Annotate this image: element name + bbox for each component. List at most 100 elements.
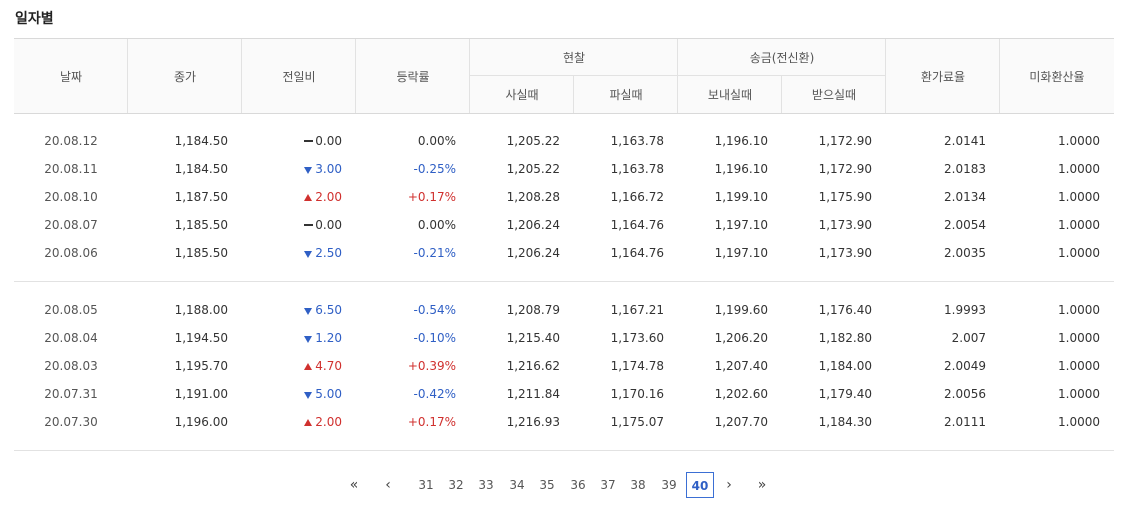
cell-change: 0.00 bbox=[304, 211, 342, 239]
table-row: 20.08.10 1,187.50 2.00 +0.17% 1,208.28 1,166.… bbox=[14, 183, 1114, 211]
cell-cash-sell: 1,167.21 bbox=[610, 303, 664, 317]
cell-usd-rate: 1.0000 bbox=[1058, 190, 1100, 204]
change-value: 2.00 bbox=[315, 415, 342, 429]
cell-conv-rate: 2.0056 bbox=[944, 387, 986, 401]
triangle-down-icon bbox=[304, 251, 313, 258]
row-group: 20.08.05 1,188.00 6.50 -0.54% 1,208.79 1,167.… bbox=[14, 282, 1114, 450]
first-page-button[interactable]: « bbox=[342, 472, 366, 498]
change-value: 4.70 bbox=[315, 359, 342, 373]
cell-change: 6.50 bbox=[304, 296, 342, 324]
group-divider bbox=[14, 450, 1114, 451]
page-number[interactable]: 36 bbox=[566, 472, 590, 498]
cell-usd-rate: 1.0000 bbox=[1058, 218, 1100, 232]
cell-date: 20.08.12 bbox=[44, 134, 98, 148]
cell-wire-send: 1,199.60 bbox=[714, 303, 768, 317]
table-row: 20.08.04 1,194.50 1.20 -0.10% 1,215.40 1,173.… bbox=[14, 324, 1114, 352]
cell-rate: +0.17% bbox=[407, 415, 456, 429]
cell-wire-receive: 1,173.90 bbox=[818, 246, 872, 260]
page-number[interactable]: 38 bbox=[626, 472, 650, 498]
cell-usd-rate: 1.0000 bbox=[1058, 162, 1100, 176]
triangle-down-icon bbox=[304, 336, 313, 343]
cell-cash-sell: 1,166.72 bbox=[610, 190, 664, 204]
cell-cash-buy: 1,208.79 bbox=[506, 303, 560, 317]
table-row: 20.08.06 1,185.50 2.50 -0.21% 1,206.24 1,164.… bbox=[14, 239, 1114, 267]
cell-wire-receive: 1,179.40 bbox=[818, 387, 872, 401]
header-divider bbox=[241, 39, 242, 113]
pagination: « ‹ 31 32 33 34 35 36 37 38 39 40 › » bbox=[0, 470, 1135, 500]
cell-cash-sell: 1,170.16 bbox=[610, 387, 664, 401]
cell-rate: -0.54% bbox=[413, 303, 456, 317]
cell-cash-buy: 1,208.28 bbox=[506, 190, 560, 204]
cell-close: 1,191.00 bbox=[174, 387, 228, 401]
page-number-current[interactable]: 40 bbox=[686, 472, 714, 498]
cell-close: 1,195.70 bbox=[174, 359, 228, 373]
header-divider bbox=[677, 39, 678, 113]
cell-date: 20.08.04 bbox=[44, 331, 98, 345]
dash-icon bbox=[304, 140, 314, 142]
page-number[interactable]: 31 bbox=[414, 472, 438, 498]
cell-cash-sell: 1,173.60 bbox=[610, 331, 664, 345]
cell-close: 1,188.00 bbox=[174, 303, 228, 317]
cell-wire-send: 1,202.60 bbox=[714, 387, 768, 401]
header-date: 날짜 bbox=[59, 69, 83, 84]
cell-conv-rate: 2.0035 bbox=[944, 246, 986, 260]
cell-change: 5.00 bbox=[304, 380, 342, 408]
cell-close: 1,187.50 bbox=[174, 190, 228, 204]
table-row: 20.08.05 1,188.00 6.50 -0.54% 1,208.79 1,167.… bbox=[14, 296, 1114, 324]
header-cash: 현찰 bbox=[562, 51, 586, 65]
change-value: 3.00 bbox=[315, 162, 342, 176]
change-value: 0.00 bbox=[315, 134, 342, 148]
cell-usd-rate: 1.0000 bbox=[1058, 387, 1100, 401]
cell-cash-buy: 1,205.22 bbox=[506, 162, 560, 176]
table-header: 날짜 종가 전일비 등락률 현찰 사실때 파실때 송금(전신환) 보내실때 받으… bbox=[14, 38, 1114, 114]
cell-cash-sell: 1,175.07 bbox=[610, 415, 664, 429]
page-number[interactable]: 39 bbox=[657, 472, 681, 498]
triangle-up-icon bbox=[304, 194, 313, 201]
table-body: 20.08.12 1,184.50 0.00 0.00% 1,205.22 1,163.7… bbox=[14, 114, 1114, 451]
change-value: 1.20 bbox=[315, 331, 342, 345]
table-row: 20.08.07 1,185.50 0.00 0.00% 1,206.24 1,164.7… bbox=[14, 211, 1114, 239]
header-wire-receive: 받으실때 bbox=[811, 88, 857, 102]
cell-change: 2.00 bbox=[304, 183, 342, 211]
cell-change: 2.50 bbox=[304, 239, 342, 267]
cell-cash-sell: 1,164.76 bbox=[610, 218, 664, 232]
cell-change: 1.20 bbox=[304, 324, 342, 352]
cell-rate: +0.39% bbox=[407, 359, 456, 373]
triangle-down-icon bbox=[304, 392, 313, 399]
page-number[interactable]: 33 bbox=[474, 472, 498, 498]
table-row: 20.08.11 1,184.50 3.00 -0.25% 1,205.22 1,163.… bbox=[14, 155, 1114, 183]
cell-wire-send: 1,197.10 bbox=[714, 218, 768, 232]
cell-conv-rate: 2.0134 bbox=[944, 190, 986, 204]
last-page-button[interactable]: » bbox=[750, 472, 774, 498]
header-divider bbox=[999, 39, 1000, 113]
page-number[interactable]: 32 bbox=[444, 472, 468, 498]
cell-close: 1,185.50 bbox=[174, 218, 228, 232]
cell-cash-buy: 1,215.40 bbox=[506, 331, 560, 345]
cell-wire-receive: 1,172.90 bbox=[818, 134, 872, 148]
header-close: 종가 bbox=[173, 69, 197, 84]
header-divider bbox=[573, 76, 574, 113]
cell-cash-buy: 1,211.84 bbox=[506, 387, 560, 401]
cell-cash-buy: 1,216.93 bbox=[506, 415, 560, 429]
cell-change: 2.00 bbox=[304, 408, 342, 436]
cell-close: 1,194.50 bbox=[174, 331, 228, 345]
cell-wire-send: 1,196.10 bbox=[714, 134, 768, 148]
cell-wire-send: 1,206.20 bbox=[714, 331, 768, 345]
header-cash-buy: 사실때 bbox=[505, 88, 539, 102]
header-rate: 등락률 bbox=[396, 69, 430, 84]
cell-wire-send: 1,207.40 bbox=[714, 359, 768, 373]
cell-conv-rate: 1.9993 bbox=[944, 303, 986, 317]
header-wire: 송금(전신환) bbox=[749, 51, 815, 65]
prev-page-button[interactable]: ‹ bbox=[376, 472, 400, 498]
page-number[interactable]: 35 bbox=[535, 472, 559, 498]
next-page-button[interactable]: › bbox=[717, 472, 741, 498]
page-number[interactable]: 37 bbox=[596, 472, 620, 498]
cell-rate: -0.21% bbox=[413, 246, 456, 260]
cell-cash-buy: 1,206.24 bbox=[506, 246, 560, 260]
cell-close: 1,196.00 bbox=[174, 415, 228, 429]
page-number[interactable]: 34 bbox=[505, 472, 529, 498]
cell-usd-rate: 1.0000 bbox=[1058, 331, 1100, 345]
cell-usd-rate: 1.0000 bbox=[1058, 246, 1100, 260]
cell-close: 1,185.50 bbox=[174, 246, 228, 260]
cell-usd-rate: 1.0000 bbox=[1058, 134, 1100, 148]
